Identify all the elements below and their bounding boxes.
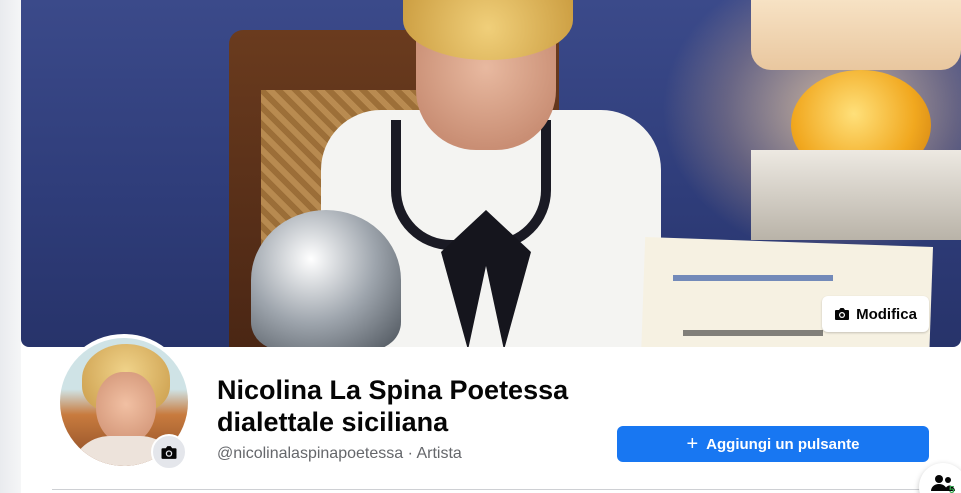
page-username: @nicolinalaspinapoetessa (217, 445, 404, 462)
page-title: Nicolina La Spina Poetessa dialettale si… (217, 375, 569, 437)
camera-icon (834, 307, 850, 321)
page-subtitle: @nicolinalaspinapoetessa · Artista (217, 445, 462, 463)
add-button-label: Aggiungi un pulsante (706, 435, 860, 453)
left-gutter (0, 0, 21, 493)
plus-icon: + (686, 433, 699, 455)
people-button[interactable]: 5 (919, 463, 961, 493)
cover-certificate-line (683, 330, 823, 336)
update-profile-picture-button[interactable] (151, 434, 187, 470)
header-divider (52, 489, 929, 490)
cover-trophy (251, 210, 401, 347)
camera-icon (160, 445, 178, 460)
cover-certificate-line (673, 275, 833, 281)
cover-photo[interactable] (21, 0, 961, 347)
cover-lampshade (751, 0, 961, 70)
people-badge: 5 (949, 485, 955, 493)
edit-cover-label: Modifica (856, 305, 917, 323)
add-button-button[interactable]: + Aggiungi un pulsante (617, 426, 929, 462)
page-category: Artista (416, 445, 462, 462)
edit-cover-button[interactable]: Modifica (822, 296, 929, 332)
separator-dot: · (407, 445, 413, 462)
avatar-face (96, 372, 156, 444)
cover-books (751, 150, 961, 240)
